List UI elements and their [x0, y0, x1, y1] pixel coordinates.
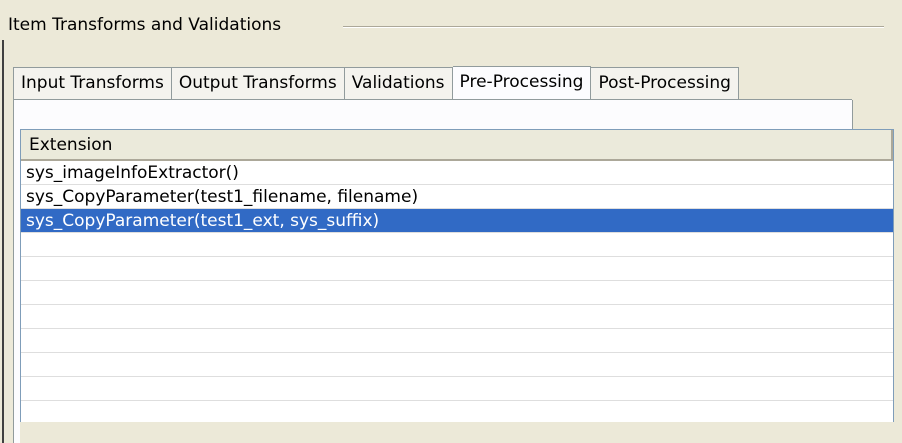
- group-divider-highlight: [343, 27, 884, 28]
- tab-strip: Input Transforms Output Transforms Valid…: [13, 66, 739, 100]
- table-row[interactable]: [21, 353, 893, 377]
- tab-validations[interactable]: Validations: [344, 67, 453, 99]
- column-header-extension[interactable]: Extension: [21, 130, 893, 161]
- table-row[interactable]: [21, 377, 893, 401]
- bottom-strip: [20, 422, 894, 443]
- item-transforms-panel: Item Transforms and Validations Input Tr…: [0, 0, 902, 443]
- table-row[interactable]: [21, 281, 893, 305]
- table-row[interactable]: sys_CopyParameter(test1_filename, filena…: [21, 185, 893, 209]
- tab-input-transforms[interactable]: Input Transforms: [13, 67, 172, 99]
- tab-pre-processing[interactable]: Pre-Processing: [452, 66, 592, 100]
- table-row[interactable]: sys_imageInfoExtractor(): [21, 161, 893, 185]
- panel-left-edge: [2, 40, 4, 443]
- table-row[interactable]: [21, 257, 893, 281]
- table-row[interactable]: sys_CopyParameter(test1_ext, sys_suffix): [21, 209, 893, 233]
- table-row[interactable]: [21, 305, 893, 329]
- extensions-table: Extension sys_imageInfoExtractor() sys_Co…: [20, 129, 894, 423]
- table-row[interactable]: [21, 329, 893, 353]
- table-body: sys_imageInfoExtractor() sys_CopyParamete…: [21, 161, 893, 401]
- group-title: Item Transforms and Validations: [8, 15, 282, 35]
- table-row[interactable]: [21, 233, 893, 257]
- tab-output-transforms[interactable]: Output Transforms: [171, 67, 345, 99]
- tab-post-processing[interactable]: Post-Processing: [591, 67, 739, 99]
